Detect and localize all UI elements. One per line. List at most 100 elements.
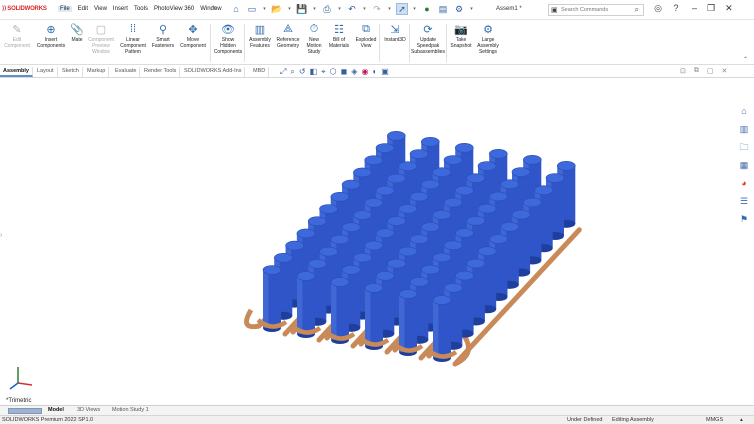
status-dropdown-icon[interactable]: ▴ <box>740 417 743 423</box>
zoom-to-area-icon[interactable]: ⌕ <box>290 67 294 77</box>
cylinder-top <box>488 149 508 159</box>
instant3d-button[interactable]: ⇲ Instant3D <box>380 22 410 44</box>
cylinder-top <box>364 198 384 208</box>
assembly-model[interactable] <box>0 78 754 405</box>
reference-triad <box>9 367 33 390</box>
viewport-maximize-icon[interactable]: ▢ <box>707 67 714 75</box>
open-dropdown-icon[interactable]: ▾ <box>287 3 292 15</box>
display-style-icon[interactable]: ◼ <box>341 67 348 77</box>
open-icon[interactable]: 📂 <box>271 3 283 15</box>
search-icon[interactable]: ⌕ <box>635 5 639 15</box>
viewport-close-icon[interactable]: ✕ <box>722 67 728 75</box>
menu-insert[interactable]: Insert <box>113 6 128 12</box>
menu-photoview[interactable]: PhotoView 360 <box>154 6 194 12</box>
cylinder-top <box>387 173 406 184</box>
print-icon[interactable]: ⎙ <box>321 3 333 15</box>
tab-solidworks-addins[interactable]: SOLIDWORKS Add-Ins <box>181 67 246 77</box>
close-icon[interactable]: ✕ <box>725 3 733 14</box>
tab-mbd[interactable]: MBD <box>250 67 270 77</box>
assembly-features-button[interactable]: ▥ Assembly Features <box>245 22 275 50</box>
save-icon[interactable]: 💾 <box>296 3 308 15</box>
search-commands-input[interactable]: ▣ Search Commands ⌕ <box>548 4 644 16</box>
smart-fasteners-button[interactable]: ⚲ Smart Fasteners <box>148 22 178 50</box>
expand-feature-tree-icon[interactable]: › <box>0 232 2 239</box>
collapse-ribbon-icon[interactable]: ⌃ <box>743 56 748 63</box>
cylinder-top <box>432 167 452 177</box>
redo-icon[interactable]: ↷ <box>371 3 383 15</box>
menu-edit[interactable]: Edit <box>78 6 88 12</box>
restore-icon[interactable]: ❐ <box>707 3 715 14</box>
edit-appearance-icon[interactable]: ◉ <box>361 67 368 77</box>
tab-scroll-arrows[interactable] <box>8 408 42 414</box>
exploded-view-button[interactable]: ⧉ Exploded View <box>351 22 381 50</box>
home-icon[interactable]: ⌂ <box>230 3 242 15</box>
undo-icon[interactable]: ↶ <box>346 3 358 15</box>
menu-view[interactable]: View <box>94 6 107 12</box>
new-dropdown-icon[interactable]: ▾ <box>262 3 267 15</box>
update-speedpak-button[interactable]: ⟳ Update Speedpak Subassemblies <box>410 22 446 56</box>
solidworks-forum-icon[interactable]: ⚑ <box>740 212 748 226</box>
section-view-icon[interactable]: ◧ <box>310 67 318 77</box>
design-library-icon[interactable]: ▥ <box>740 122 749 136</box>
save-dropdown-icon[interactable]: ▾ <box>312 3 317 15</box>
viewport-minimize-icon[interactable]: ⊡ <box>680 67 686 75</box>
user-account-icon[interactable]: ◎ <box>652 3 664 14</box>
options-gear-icon[interactable]: ⚙ <box>453 3 465 15</box>
file-properties-icon[interactable]: ▤ <box>437 3 449 15</box>
apply-scene-icon[interactable]: ◐ <box>372 67 377 77</box>
tab-markup[interactable]: Markup <box>84 67 110 77</box>
tab-render-tools[interactable]: Render Tools <box>141 67 181 77</box>
print-dropdown-icon[interactable]: ▾ <box>337 3 342 15</box>
graphics-area[interactable]: › ⌂ ▥ 🗀 ▦ ◕ ☰ ⚑ *Trimetric <box>0 78 754 405</box>
help-icon[interactable]: ? <box>670 3 682 14</box>
file-explorer-icon[interactable]: 🗀 <box>739 140 748 154</box>
new-document-icon[interactable]: ▭ <box>246 3 258 15</box>
rebuild-icon[interactable]: ● <box>421 3 433 15</box>
take-snapshot-button[interactable]: 📷 Take Snapshot <box>446 22 476 50</box>
undo-dropdown-icon[interactable]: ▾ <box>362 3 367 15</box>
options-dropdown-icon[interactable]: ▾ <box>469 3 474 15</box>
select-cursor-icon[interactable]: ➚ <box>396 3 408 15</box>
tab-layout[interactable]: Layout <box>34 67 58 77</box>
linear-pattern-button[interactable]: ⁞⁞ Linear Component Pattern <box>118 22 148 55</box>
cylinder-top <box>432 295 452 305</box>
large-assembly-settings-button[interactable]: ⚙ Large Assembly Settings <box>473 22 503 56</box>
units-selector[interactable]: MMGS <box>706 417 723 423</box>
cylinder-top <box>556 161 576 171</box>
solidworks-window: ⟩⟩SOLIDWORKS File Edit View Insert Tools… <box>0 0 754 424</box>
view-orientation-icon[interactable]: ⬡ <box>330 67 337 77</box>
tab-motion-study[interactable]: Motion Study 1 <box>112 407 149 413</box>
show-hidden-button[interactable]: 👁 Show Hidden Components <box>213 22 243 56</box>
view-settings-icon[interactable]: ▣ <box>381 67 389 77</box>
custom-properties-icon[interactable]: ☰ <box>740 194 748 208</box>
bottom-tabs: Model 3D Views Motion Study 1 <box>0 405 754 415</box>
bill-of-materials-button[interactable]: ☷ Bill of Materials <box>324 22 354 50</box>
view-palette-icon[interactable]: ▦ <box>740 158 749 172</box>
edit-component-button[interactable]: ✎ Edit Component <box>2 22 32 50</box>
redo-dropdown-icon[interactable]: ▾ <box>387 3 392 15</box>
cylinder-top <box>364 240 384 251</box>
hide-show-items-icon[interactable]: ◈ <box>351 67 357 77</box>
tab-sketch[interactable]: Sketch <box>59 67 83 77</box>
pin-icon[interactable]: ✎ <box>212 5 217 12</box>
component-preview-button[interactable]: ▢ Component Preview Window <box>86 22 116 56</box>
minimize-icon[interactable]: – <box>692 3 697 14</box>
move-component-button[interactable]: ✥ Move Component <box>178 22 208 50</box>
dynamic-annotation-icon[interactable]: ⌖ <box>321 67 326 77</box>
appearances-scenes-icon[interactable]: ◕ <box>741 176 746 190</box>
tab-3d-views[interactable]: 3D Views <box>77 407 100 413</box>
select-dropdown-icon[interactable]: ▾ <box>412 3 417 15</box>
cylinder-top <box>386 130 406 141</box>
tab-evaluate[interactable]: Evaluate <box>112 67 141 77</box>
tab-assembly[interactable]: Assembly <box>0 67 33 77</box>
previous-view-icon[interactable]: ↺ <box>299 67 306 77</box>
menu-file[interactable]: File <box>58 6 72 12</box>
solidworks-resources-icon[interactable]: ⌂ <box>741 104 746 118</box>
menu-tools[interactable]: Tools <box>134 6 148 12</box>
menu-window[interactable]: Window <box>200 6 221 12</box>
zoom-to-fit-icon[interactable]: ⤢ <box>280 67 286 77</box>
app-logo[interactable]: ⟩⟩SOLIDWORKS <box>2 5 47 12</box>
tab-model[interactable]: Model <box>48 407 64 413</box>
search-scope-icon[interactable]: ▣ <box>551 6 558 14</box>
viewport-restore-icon[interactable]: ⧉ <box>694 67 699 75</box>
